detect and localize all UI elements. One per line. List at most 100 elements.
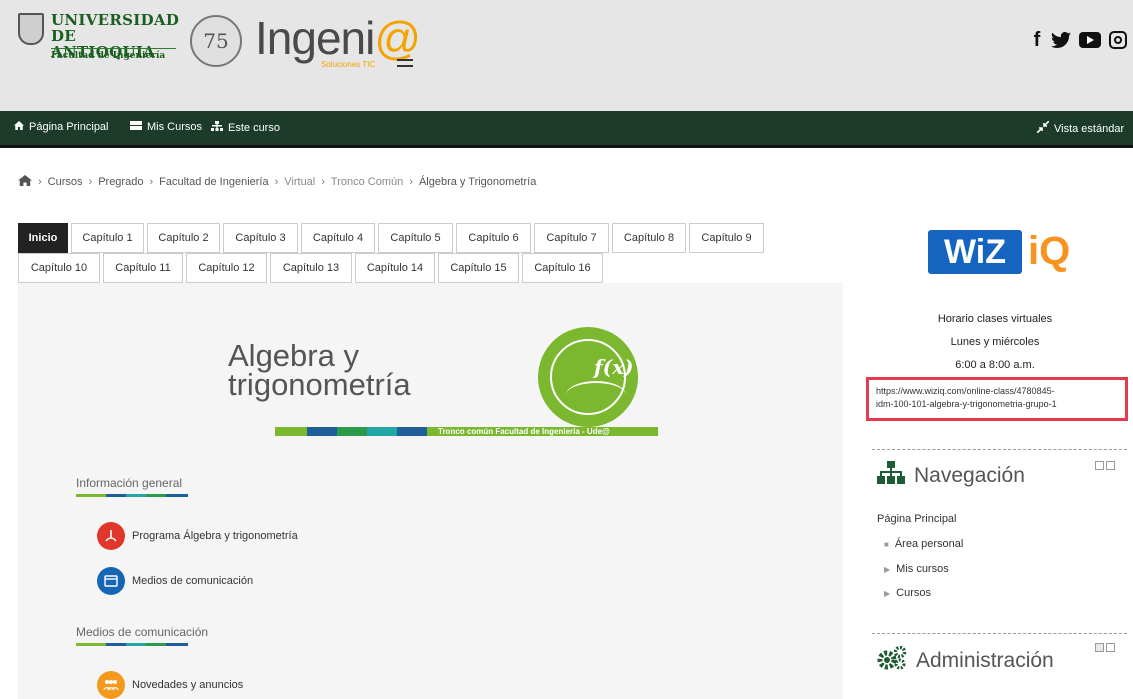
tab-capitulo-15[interactable]: Capítulo 15 (438, 253, 519, 283)
nav-link-label: Cursos (896, 587, 931, 599)
section-bar-segment (76, 494, 106, 497)
sitemap-icon (877, 461, 905, 491)
tab-capitulo-16[interactable]: Capítulo 16 (522, 253, 603, 283)
banner-title-line2: trigonometría (228, 367, 411, 402)
nav-home[interactable]: Página Principal (14, 121, 109, 133)
banner-title-line1: Algebra y (228, 338, 359, 373)
tab-capitulo-10[interactable]: Capítulo 10 (18, 253, 100, 283)
tab-capitulo-6[interactable]: Capítulo 6 (456, 223, 531, 253)
tab-capitulo-12[interactable]: Capítulo 12 (186, 253, 267, 283)
udea-shield-icon (18, 13, 44, 45)
stripe-segment (397, 427, 427, 436)
anniversary-badge: 75 (190, 15, 242, 67)
function-icon-ring: f(x) (550, 339, 633, 415)
stripe-segment (275, 427, 307, 436)
tab-capitulo-5[interactable]: Capítulo 5 (378, 223, 453, 253)
collapse-icon[interactable] (1095, 461, 1104, 470)
class-url-line2: idm-100-101-algebra-y-trigonometria-grup… (876, 399, 1057, 409)
home-icon (14, 121, 24, 133)
resource-link-label: Medios de comunicación (132, 575, 254, 587)
ingenia-subtitle: Soluciones TIC (321, 60, 376, 69)
schedule-time: 6:00 a 8:00 a.m. (955, 359, 1035, 371)
breadcrumb-item-current[interactable]: Álgebra y Trigonometría (419, 176, 536, 188)
section-bar-segment (126, 643, 146, 646)
section-title: Medios de comunicación (76, 625, 209, 639)
class-url-link[interactable]: https://www.wiziq.com/online-class/47808… (866, 377, 1128, 421)
resource-link[interactable]: Programa Álgebra y trigonometría (97, 522, 298, 550)
top-navbar: Página Principal Mis Cursos Este curso V… (0, 111, 1133, 145)
instagram-icon[interactable] (1109, 31, 1127, 49)
nav-view-toggle[interactable]: Vista estándar (1036, 120, 1125, 136)
nav-my-courses[interactable]: Mis Cursos (130, 121, 202, 133)
youtube-icon[interactable] (1079, 32, 1101, 48)
ingenia-brand: Ingeni (255, 12, 375, 64)
stripe-segment (337, 427, 367, 436)
breadcrumb-separator: › (88, 176, 93, 188)
function-icon: f(x) (538, 327, 638, 427)
nav-home-label: Página Principal (29, 121, 109, 133)
nav-link-courses[interactable]: ▶ Cursos (884, 587, 931, 599)
nav-link-personal-area[interactable]: ■ Área personal (884, 538, 963, 550)
tab-capitulo-9[interactable]: Capítulo 9 (689, 223, 764, 253)
nav-link-home[interactable]: Página Principal (877, 513, 957, 525)
nav-link-label: Área personal (894, 538, 964, 550)
breadcrumb-item[interactable]: Facultad de Ingeniería (159, 176, 268, 188)
facebook-icon[interactable]: f (1031, 29, 1043, 51)
tab-capitulo-4[interactable]: Capítulo 4 (301, 223, 375, 253)
function-label: f(x) (594, 355, 634, 379)
schedule-title: Horario clases virtuales (937, 313, 1053, 325)
dock-icon[interactable] (1106, 643, 1115, 652)
site-header: UNIVERSIDAD DE ANTIOQUIA Facultad de Ing… (0, 0, 1133, 111)
wiziq-logo[interactable]: WiZ iQ (928, 226, 1071, 276)
block-divider (872, 449, 1127, 450)
ingenia-at: @ (374, 12, 421, 64)
tab-inicio[interactable]: Inicio (18, 223, 68, 253)
nav-link-my-courses[interactable]: ▶ Mis cursos (884, 563, 949, 575)
nav-link-label: Mis cursos (896, 563, 949, 575)
expand-arrow-icon: ▶ (884, 588, 891, 598)
faculty-name: Facultad de Ingeniería (51, 51, 166, 61)
tab-capitulo-3[interactable]: Capítulo 3 (223, 223, 298, 253)
stripe-segment (367, 427, 397, 436)
page: UNIVERSIDAD DE ANTIOQUIA Facultad de Ing… (0, 0, 1133, 699)
administration-title: Administración (916, 649, 1054, 672)
tab-capitulo-1[interactable]: Capítulo 1 (71, 223, 144, 253)
section-bar (76, 643, 188, 646)
tab-capitulo-8[interactable]: Capítulo 8 (612, 223, 686, 253)
schedule-days: Lunes y miércoles (950, 336, 1040, 348)
function-curve (566, 381, 626, 409)
tab-capitulo-13[interactable]: Capítulo 13 (270, 253, 352, 283)
nav-view-label: Vista estándar (1054, 122, 1125, 135)
wiziq-iq: iQ (1028, 229, 1071, 273)
logo-divider (51, 48, 176, 49)
ingenia-bars-icon (397, 59, 413, 67)
ingenia-logo[interactable]: Ingeni@ Soluciones TIC (255, 12, 421, 69)
course-content: Algebra y trigonometría f(x) Tronco comú… (18, 283, 843, 699)
resource-link[interactable]: Medios de comunicación (97, 567, 253, 595)
breadcrumb-separator: › (274, 176, 279, 188)
breadcrumb-item[interactable]: Pregrado (98, 176, 143, 188)
udea-logo[interactable]: UNIVERSIDAD DE ANTIOQUIA Facultad de Ing… (18, 10, 179, 72)
tab-capitulo-11[interactable]: Capítulo 11 (103, 253, 183, 283)
section-bar-segment (106, 494, 126, 497)
navigation-block-controls (1095, 461, 1115, 470)
tab-capitulo-7[interactable]: Capítulo 7 (534, 223, 609, 253)
breadcrumb: › Cursos › Pregrado › Facultad de Ingeni… (18, 175, 536, 189)
expand-icon[interactable] (1095, 643, 1104, 652)
tab-capitulo-14[interactable]: Capítulo 14 (355, 253, 435, 283)
breadcrumb-item: Tronco Común (330, 176, 404, 188)
nav-this-course[interactable]: Este curso (211, 121, 280, 134)
tab-capitulo-2[interactable]: Capítulo 2 (147, 223, 220, 253)
breadcrumb-separator: › (321, 176, 325, 188)
breadcrumb-item[interactable]: Cursos (48, 176, 83, 188)
dock-icon[interactable] (1106, 461, 1115, 470)
nav-my-courses-label: Mis Cursos (147, 121, 203, 133)
social-links: f (1031, 29, 1127, 51)
resource-link[interactable]: Novedades y anuncios (97, 671, 243, 699)
twitter-icon[interactable] (1051, 30, 1071, 50)
breadcrumb-separator: › (38, 176, 42, 188)
sitemap-icon (211, 121, 223, 134)
section-bar (76, 494, 188, 497)
home-icon[interactable] (18, 175, 32, 189)
section-bar-segment (146, 494, 166, 497)
